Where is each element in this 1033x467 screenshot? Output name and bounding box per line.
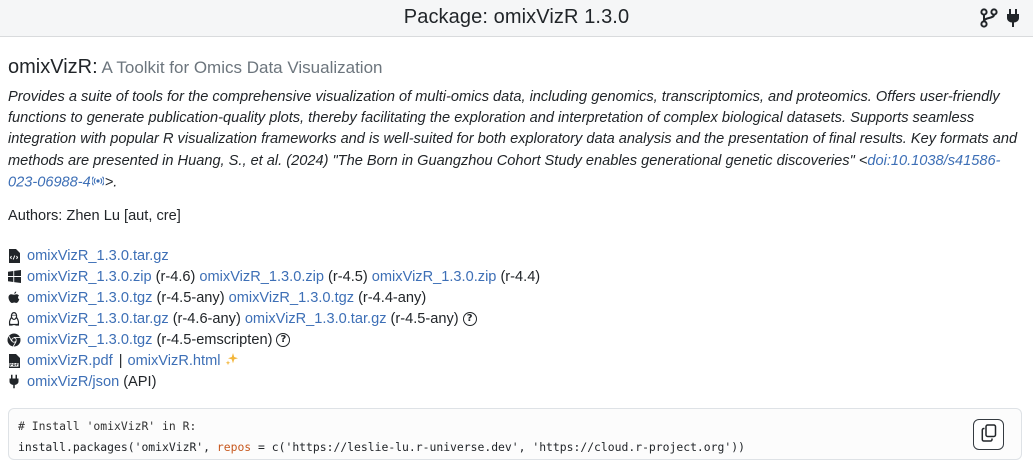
plug-icon bbox=[6, 374, 22, 390]
install-code-block: # Install 'omixVizR' in R: install.packa… bbox=[8, 408, 1022, 460]
install-comment: # Install 'omixVizR' in R: bbox=[18, 419, 197, 433]
help-icon[interactable]: ? bbox=[276, 332, 291, 347]
svg-text:PDF: PDF bbox=[10, 363, 19, 367]
copy-icon bbox=[981, 424, 997, 445]
download-wasm-note: (r-4.5-emscripten) bbox=[156, 331, 273, 348]
windows-icon bbox=[6, 269, 22, 285]
download-row-windows: omixVizR_1.3.0.zip (r-4.6) omixVizR_1.3.… bbox=[6, 266, 544, 287]
download-row-api: omixVizR/json (API) bbox=[6, 371, 544, 392]
download-windows-note-2: (r-4.5) bbox=[328, 268, 368, 285]
download-macos-note-2: (r-4.4-any) bbox=[358, 289, 427, 306]
manual-pdf-link[interactable]: omixVizR.pdf bbox=[27, 353, 113, 369]
download-windows-link-3[interactable]: omixVizR_1.3.0.zip bbox=[372, 269, 497, 285]
download-windows-note-3: (r-4.4) bbox=[500, 268, 541, 285]
download-linux-note-1: (r-4.6-any) bbox=[172, 310, 241, 327]
download-source-link[interactable]: omixVizR_1.3.0.tar.gz bbox=[27, 248, 169, 264]
description-text: Provides a suite of tools for the compre… bbox=[8, 89, 1018, 169]
sparkle-icon bbox=[225, 352, 239, 369]
linux-icon bbox=[6, 311, 22, 327]
package-heading: omixVizR: A Toolkit for Omics Data Visua… bbox=[8, 56, 383, 79]
install-command: install.packages('omixVizR', repos = c('… bbox=[18, 440, 745, 454]
download-windows-note-1: (r-4.6) bbox=[155, 268, 196, 285]
install-rest: = c('https://leslie-lu.r-universe.dev', … bbox=[251, 440, 745, 454]
package-colon: : bbox=[92, 56, 98, 78]
download-list: omixVizR_1.3.0.tar.gz omixVizR_1.3.0.zip… bbox=[6, 245, 544, 392]
page-title: Package: omixVizR 1.3.0 bbox=[403, 6, 630, 28]
install-arg: repos bbox=[216, 440, 252, 454]
page-header: Package: omixVizR 1.3.0 bbox=[0, 0, 1033, 37]
copy-button[interactable] bbox=[973, 419, 1004, 450]
pdf-icon: PDF bbox=[6, 353, 22, 369]
download-row-docs: PDF omixVizR.pdf | omixVizR.html bbox=[6, 350, 544, 371]
api-note: (API) bbox=[123, 373, 157, 390]
download-linux-link-1[interactable]: omixVizR_1.3.0.tar.gz bbox=[27, 311, 169, 327]
download-macos-note-1: (r-4.5-any) bbox=[156, 289, 225, 306]
chrome-icon bbox=[6, 332, 22, 348]
download-windows-link-1[interactable]: omixVizR_1.3.0.zip bbox=[27, 269, 152, 285]
package-name: omixVizR bbox=[8, 56, 93, 78]
git-branch-icon[interactable] bbox=[979, 7, 999, 29]
download-row-source: omixVizR_1.3.0.tar.gz bbox=[6, 245, 544, 266]
download-linux-link-2[interactable]: omixVizR_1.3.0.tar.gz bbox=[245, 311, 387, 327]
download-macos-link-2[interactable]: omixVizR_1.3.0.tgz bbox=[229, 290, 354, 306]
download-wasm-link[interactable]: omixVizR_1.3.0.tgz bbox=[27, 332, 152, 348]
download-row-linux: omixVizR_1.3.0.tar.gz (r-4.6-any) omixVi… bbox=[6, 308, 544, 329]
external-link-icon bbox=[91, 172, 105, 193]
source-archive-icon bbox=[6, 248, 22, 264]
package-description: Provides a suite of tools for the compre… bbox=[8, 87, 1023, 193]
header-icons bbox=[979, 7, 1023, 29]
description-suffix: >. bbox=[104, 174, 118, 191]
download-linux-note-2: (r-4.5-any) bbox=[390, 310, 459, 327]
download-row-wasm: omixVizR_1.3.0.tgz (r-4.5-emscripten) ? bbox=[6, 329, 544, 350]
download-row-macos: omixVizR_1.3.0.tgz (r-4.5-any) omixVizR_… bbox=[6, 287, 544, 308]
plug-icon[interactable] bbox=[1003, 7, 1023, 29]
apple-icon bbox=[6, 290, 22, 306]
docs-separator: | bbox=[118, 352, 123, 369]
help-icon[interactable]: ? bbox=[462, 311, 477, 326]
download-windows-link-2[interactable]: omixVizR_1.3.0.zip bbox=[199, 269, 324, 285]
package-authors: Authors: Zhen Lu [aut, cre] bbox=[8, 208, 181, 224]
download-macos-link-1[interactable]: omixVizR_1.3.0.tgz bbox=[27, 290, 152, 306]
manual-html-link[interactable]: omixVizR.html bbox=[128, 353, 221, 369]
api-json-link[interactable]: omixVizR/json bbox=[27, 374, 119, 390]
package-subtitle: A Toolkit for Omics Data Visualization bbox=[101, 58, 383, 77]
install-fn: install.packages('omixVizR', bbox=[18, 440, 217, 454]
